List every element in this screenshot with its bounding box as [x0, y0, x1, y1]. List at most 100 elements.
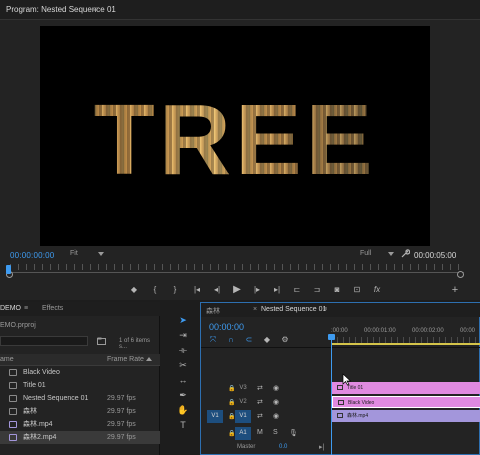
new-bin-icon[interactable] — [97, 337, 106, 345]
tree-title-graphic: TREE — [40, 26, 430, 246]
project-search-input[interactable] — [0, 336, 88, 346]
step-forward-icon[interactable]: |▸ — [250, 284, 264, 296]
program-current-timecode[interactable]: 00:00:00:00 — [10, 251, 54, 260]
list-item[interactable]: Black Video — [0, 366, 160, 379]
overwrite-icon[interactable]: ⊐ — [310, 284, 324, 296]
clip-item-icon — [9, 434, 17, 441]
ruler-label: 00:00 — [460, 328, 476, 334]
timeline-playhead-line[interactable] — [331, 337, 332, 455]
ruler-label: 00:00:02:00 — [412, 328, 444, 334]
wrench-settings-icon[interactable]: ⚙ — [279, 334, 291, 346]
add-button-icon[interactable]: + — [448, 284, 462, 296]
eye-icon[interactable]: ◉ — [273, 412, 279, 420]
add-marker-icon[interactable]: ◆ — [261, 334, 273, 346]
zoom-handle-right[interactable] — [457, 271, 464, 278]
close-icon[interactable]: × — [253, 306, 257, 313]
pen-tool-icon[interactable]: ✒ — [177, 389, 189, 401]
item-frame-rate: 29.97 fps — [107, 434, 136, 441]
clip-title-01[interactable]: Title 01 — [332, 382, 480, 394]
comparison-icon[interactable]: ⊡ — [350, 284, 364, 296]
ruler-label: 00:00:01:00 — [364, 328, 396, 334]
tab-effects[interactable]: Effects — [42, 305, 63, 312]
snap-magnet-icon[interactable]: ∩ — [225, 334, 237, 346]
razor-tool-icon[interactable]: ✂ — [177, 359, 189, 371]
tab-project[interactable]: DEMO — [0, 305, 21, 312]
nest-toggle-icon[interactable]: ⤧ — [207, 334, 219, 346]
ripple-edit-tool-icon[interactable]: ⟛ — [177, 344, 189, 356]
clip-fx-icon — [337, 413, 343, 418]
tab-sequence-forest[interactable]: 森林 — [206, 306, 220, 316]
program-monitor-panel: Program: Nested Sequence 01 ≡ 00:00:00:0… — [0, 0, 480, 300]
item-name: 森林.mp4 — [23, 421, 53, 428]
playback-resolution-select[interactable]: Full — [360, 250, 394, 261]
playback-resolution-value: Full — [360, 250, 372, 257]
item-frame-rate: 29.97 fps — [107, 408, 136, 415]
sync-lock-icon[interactable]: ⇄ — [257, 412, 263, 420]
tools-panel: ➤ ⇥ ⟛ ✂ ↔ ✒ ✋ T — [172, 310, 194, 455]
eye-icon[interactable]: ◉ — [273, 398, 279, 406]
list-item[interactable]: Nested Sequence 01 29.97 fps — [0, 392, 160, 405]
linked-selection-icon[interactable]: ⊂ — [243, 334, 255, 346]
list-item[interactable]: 森林 29.97 fps — [0, 405, 160, 418]
slip-tool-icon[interactable]: ↔ — [177, 374, 189, 386]
clip-fx-icon — [338, 400, 344, 405]
fx-icon[interactable]: fx — [370, 284, 384, 296]
program-monitor-title[interactable]: Program: Nested Sequence 01 — [6, 5, 116, 14]
go-to-end-icon[interactable]: ▸| — [319, 443, 324, 451]
solo-icon[interactable]: S — [273, 429, 278, 436]
work-area-bar[interactable] — [332, 343, 480, 345]
hamburger-menu-icon[interactable]: ≡ — [93, 5, 98, 14]
master-volume-value[interactable]: 0.0 — [279, 444, 287, 450]
scrub-ruler[interactable] — [10, 264, 462, 270]
selection-tool-icon[interactable]: ➤ — [177, 314, 189, 326]
clip-black-video[interactable]: Black Video — [332, 396, 480, 408]
item-name: Nested Sequence 01 — [23, 395, 89, 402]
master-track-label: Master — [237, 444, 256, 450]
track-target-v2[interactable]: V2 — [235, 396, 251, 409]
program-playhead[interactable] — [6, 265, 11, 274]
column-frame-rate[interactable]: Frame Rate — [107, 356, 144, 363]
sync-lock-icon[interactable]: ⇄ — [257, 398, 263, 406]
insert-icon[interactable]: ⊏ — [290, 284, 304, 296]
list-item[interactable]: Title 01 — [0, 379, 160, 392]
track-target-v1[interactable]: V1 — [235, 410, 251, 423]
timeline-current-timecode[interactable]: 00:00:00 — [209, 322, 244, 332]
item-name: Title 01 — [23, 382, 46, 389]
track-row-v3: 🔒 V3 ⇄ ◉ Title 01 — [201, 382, 480, 395]
scrub-track[interactable] — [8, 272, 464, 273]
marker-icon[interactable]: ◆ — [127, 284, 141, 296]
export-frame-icon[interactable]: ◙ — [330, 284, 344, 296]
in-point-icon[interactable]: { — [148, 284, 162, 296]
sequence-item-icon — [9, 395, 17, 402]
type-tool-icon[interactable]: T — [177, 419, 189, 431]
hand-tool-icon[interactable]: ✋ — [177, 404, 189, 416]
track-divider — [201, 347, 480, 348]
list-item[interactable]: 森林.mp4 29.97 fps — [0, 418, 160, 431]
play-icon[interactable]: ▶ — [230, 284, 244, 296]
sort-ascending-icon[interactable] — [146, 357, 152, 361]
timeline-toolbar: ⤧ ∩ ⊂ ◆ ⚙ — [207, 334, 327, 346]
wrench-settings-icon[interactable] — [400, 249, 410, 259]
source-patch-v1[interactable]: V1 — [207, 410, 223, 423]
go-to-out-icon[interactable]: ▸| — [270, 284, 284, 296]
column-name[interactable]: ame — [0, 356, 14, 363]
microphone-icon[interactable]: 🎙 — [289, 429, 298, 437]
go-to-in-icon[interactable]: |◂ — [190, 284, 204, 296]
zoom-fit-select[interactable]: Fit — [70, 250, 104, 261]
list-item[interactable]: 森林2.mp4 29.97 fps — [0, 431, 160, 444]
tab-nested-sequence[interactable]: Nested Sequence 01 — [261, 306, 326, 313]
track-target-v3[interactable]: V3 — [235, 382, 251, 395]
out-point-icon[interactable]: } — [168, 284, 182, 296]
hamburger-menu-icon[interactable]: ≡ — [24, 305, 28, 312]
timeline-playhead-handle[interactable] — [328, 334, 335, 340]
hamburger-menu-icon[interactable]: ≡ — [323, 306, 327, 313]
sync-lock-icon[interactable]: ⇄ — [257, 384, 263, 392]
eye-icon[interactable]: ◉ — [273, 384, 279, 392]
clip-forest-mp4[interactable]: 森林.mp4 — [332, 410, 480, 422]
track-target-a1[interactable]: A1 — [235, 427, 251, 440]
step-back-icon[interactable]: ◂| — [210, 284, 224, 296]
program-viewer[interactable]: TREE — [40, 26, 430, 246]
timeline-panel: 森林 Nested Sequence 01 ≡ × 00:00:00 ⤧ ∩ ⊂… — [200, 302, 480, 455]
mute-icon[interactable]: M — [257, 429, 263, 436]
track-select-tool-icon[interactable]: ⇥ — [177, 329, 189, 341]
